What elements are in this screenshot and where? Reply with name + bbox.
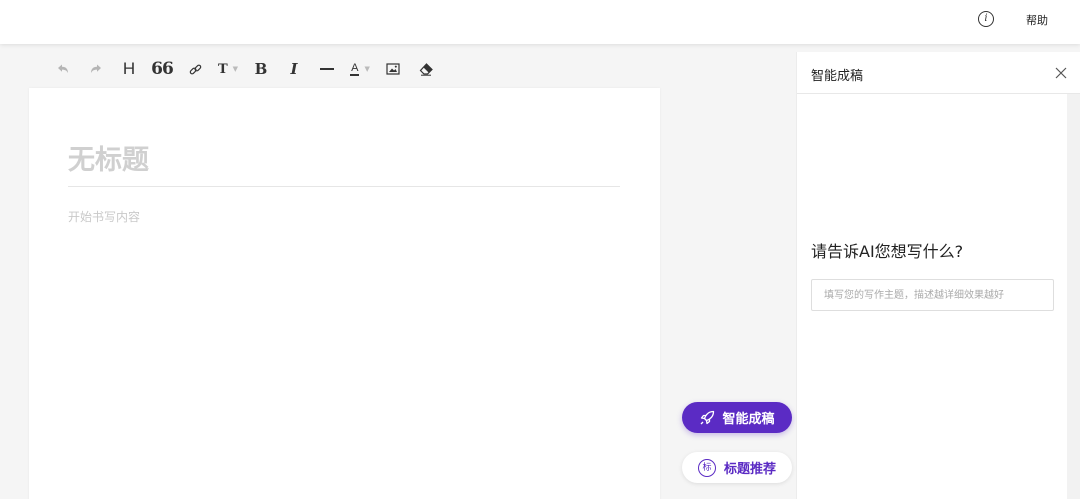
horizontal-rule-icon[interactable] <box>316 58 338 80</box>
eraser-icon[interactable] <box>415 58 437 80</box>
panel-prompt: 请告诉AI您想写什么? <box>811 242 964 261</box>
ai-draft-panel: 智能成稿 请告诉AI您想写什么? <box>796 52 1080 499</box>
title-badge-icon: 标 <box>697 458 716 477</box>
chevron-down-icon: ▼ <box>364 65 370 73</box>
text-size-button[interactable]: T ▼ <box>217 58 239 80</box>
rocket-icon <box>699 410 715 426</box>
top-bar: i 帮助 <box>0 0 1080 44</box>
help-link[interactable]: 帮助 <box>1026 12 1048 28</box>
italic-icon[interactable]: I <box>283 58 305 80</box>
bold-icon[interactable]: B <box>250 58 272 80</box>
title-input[interactable]: 无标题 <box>68 143 620 187</box>
image-icon[interactable] <box>382 58 404 80</box>
font-color-icon: A <box>350 61 360 76</box>
title-suggest-label: 标题推荐 <box>723 462 776 477</box>
text-size-icon: T <box>217 61 228 77</box>
topic-input[interactable] <box>811 279 1054 311</box>
info-icon[interactable]: i <box>978 11 994 27</box>
editor-canvas: 无标题 开始书写内容 <box>29 88 660 499</box>
heading-icon[interactable]: H <box>118 58 140 80</box>
title-suggest-button[interactable]: 标 标题推荐 <box>682 452 792 483</box>
font-color-button[interactable]: A ▼ <box>349 58 371 80</box>
ai-draft-label: 智能成稿 <box>722 412 775 427</box>
panel-scrollbar[interactable] <box>1067 94 1080 499</box>
chevron-down-icon: ▼ <box>232 65 239 73</box>
editor-toolbar: H 66 T ▼ B I A ▼ <box>52 58 448 80</box>
link-icon[interactable] <box>184 58 206 80</box>
undo-icon[interactable] <box>52 58 74 80</box>
body-input[interactable]: 开始书写内容 <box>68 208 140 225</box>
panel-title: 智能成稿 <box>811 69 864 84</box>
quote-icon[interactable]: 66 <box>151 58 174 80</box>
close-icon[interactable] <box>1055 64 1067 83</box>
ai-draft-button[interactable]: 智能成稿 <box>682 402 792 433</box>
panel-header: 智能成稿 <box>797 52 1080 94</box>
redo-icon[interactable] <box>85 58 107 80</box>
